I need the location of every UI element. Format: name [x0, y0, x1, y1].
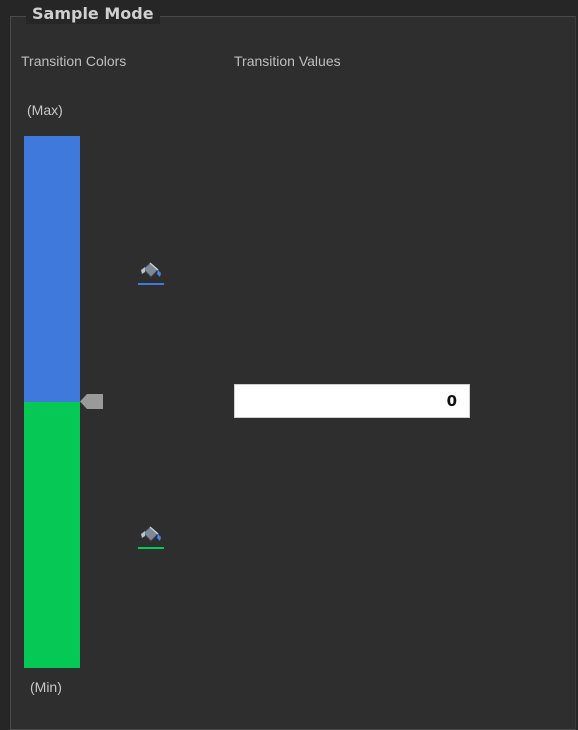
transition-handle[interactable] [80, 393, 104, 410]
upper-color-underline [138, 283, 164, 285]
lower-color-picker-button[interactable] [137, 523, 165, 549]
min-label: (Min) [30, 679, 62, 695]
transition-value-input[interactable] [234, 384, 470, 418]
upper-color-picker-button[interactable] [137, 259, 165, 285]
max-label: (Max) [27, 102, 63, 118]
group-title: Sample Mode [26, 4, 160, 24]
color-segment-lower[interactable] [24, 402, 80, 668]
transition-colors-header: Transition Colors [21, 53, 127, 69]
color-segment-upper[interactable] [24, 136, 80, 402]
lower-color-underline [138, 547, 164, 549]
sample-mode-group [10, 16, 576, 730]
transition-values-header: Transition Values [234, 53, 341, 69]
color-gradient-bar [24, 136, 80, 668]
